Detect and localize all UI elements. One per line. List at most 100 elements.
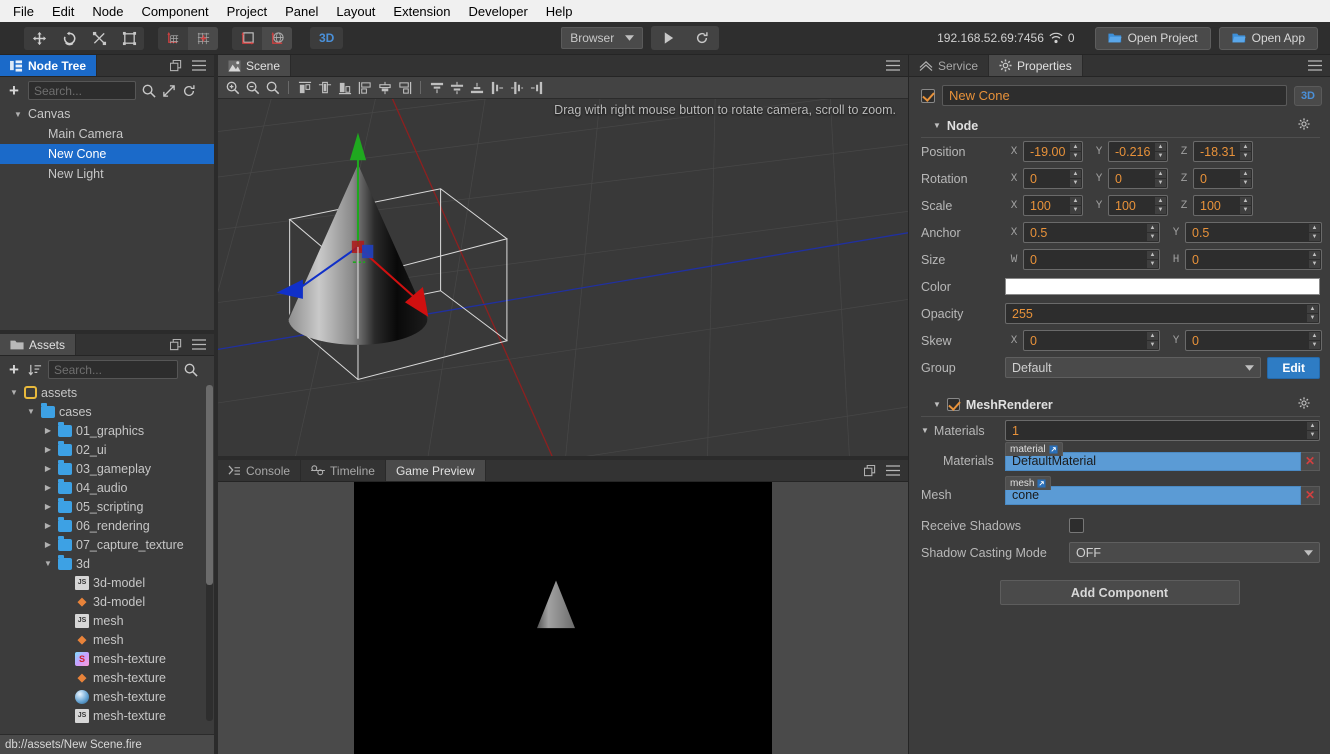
zoom-out-button[interactable] — [243, 78, 262, 97]
scale-z-stepper[interactable]: ▲ ▼ — [1240, 197, 1251, 214]
refresh-tree-icon[interactable] — [182, 84, 196, 98]
scale-x-input[interactable]: 100 ▲ ▼ — [1023, 195, 1083, 216]
assets-item[interactable]: ▼ assets — [0, 383, 214, 402]
assets-item[interactable]: ▶ 02_ui — [0, 440, 214, 459]
color-swatch[interactable] — [1005, 278, 1320, 295]
open-app-button[interactable]: Open App — [1218, 26, 1318, 50]
materials-count-stepper[interactable]: ▲ ▼ — [1307, 422, 1318, 439]
node-section-caret[interactable]: ▼ — [933, 121, 941, 130]
assets-item[interactable]: JS mesh — [0, 611, 214, 630]
assets-item[interactable]: ▶ 03_gameplay — [0, 459, 214, 478]
skew-y-input[interactable]: 0 ▲ ▼ — [1185, 330, 1322, 351]
align-bottom-button[interactable] — [395, 78, 414, 97]
assets-item[interactable]: ▼ cases — [0, 402, 214, 421]
position-x-input[interactable]: -19.00 ▲ ▼ — [1023, 141, 1083, 162]
refresh-button[interactable] — [685, 26, 719, 50]
align-center-h-button[interactable] — [315, 78, 334, 97]
rotate-tool-button[interactable] — [54, 26, 84, 50]
tab-service[interactable]: Service — [909, 55, 990, 76]
group-edit-button[interactable]: Edit — [1267, 356, 1320, 379]
receive-shadows-checkbox[interactable] — [1069, 518, 1084, 533]
menu-project[interactable]: Project — [218, 2, 276, 21]
assets-item[interactable]: ◆ 3d-model — [0, 592, 214, 611]
rotation-z-input[interactable]: 0 ▲ ▼ — [1193, 168, 1253, 189]
chevron-down-icon[interactable]: ▶ — [42, 426, 54, 435]
align-top-button[interactable] — [355, 78, 374, 97]
tab-scene[interactable]: Scene — [218, 55, 292, 76]
assets-item[interactable]: Smesh-texture — [0, 649, 214, 668]
materials-caret[interactable]: ▼ — [921, 426, 929, 435]
panel-menu-icon[interactable] — [1308, 60, 1322, 71]
rotation-y-stepper[interactable]: ▲ ▼ — [1155, 170, 1166, 187]
node-tree-search-input[interactable] — [27, 81, 136, 100]
popout-icon[interactable] — [864, 464, 876, 477]
position-x-stepper[interactable]: ▲ ▼ — [1070, 143, 1081, 160]
expand-all-icon[interactable] — [162, 84, 176, 98]
node-name-input[interactable] — [942, 85, 1287, 106]
node-3d-badge[interactable]: 3D — [1293, 85, 1322, 106]
skew-y-stepper[interactable]: ▲ ▼ — [1309, 332, 1320, 349]
node-tree-item[interactable]: Main Camera — [0, 124, 214, 144]
menu-node[interactable]: Node — [83, 2, 132, 21]
add-asset-button[interactable]: + — [6, 361, 22, 378]
assets-item[interactable]: ▶ 05_scripting — [0, 497, 214, 516]
move-tool-button[interactable] — [24, 26, 54, 50]
rotation-x-input[interactable]: 0 ▲ ▼ — [1023, 168, 1083, 189]
search-icon[interactable] — [142, 84, 156, 98]
chevron-down-icon[interactable]: ▼ — [8, 388, 20, 397]
rotation-z-stepper[interactable]: ▲ ▼ — [1240, 170, 1251, 187]
chevron-down-icon[interactable]: ▶ — [42, 502, 54, 511]
game-canvas[interactable] — [354, 482, 772, 754]
add-node-button[interactable]: + — [6, 82, 22, 99]
tab-game-preview[interactable]: Game Preview — [385, 460, 486, 481]
rotation-y-input[interactable]: 0 ▲ ▼ — [1108, 168, 1168, 189]
chevron-down-icon[interactable]: ▼ — [12, 110, 24, 119]
distribute-bottom-button[interactable] — [467, 78, 486, 97]
size-h-stepper[interactable]: ▲ ▼ — [1309, 251, 1320, 268]
assets-item[interactable]: ◆ mesh — [0, 630, 214, 649]
materials-count-input[interactable]: 1 ▲ ▼ — [1005, 420, 1320, 441]
gear-icon[interactable] — [1298, 397, 1310, 412]
node-tree-item[interactable]: ▼ Canvas — [0, 104, 214, 124]
zoom-fit-button[interactable] — [263, 78, 282, 97]
chevron-down-icon[interactable]: ▼ — [25, 407, 37, 416]
menu-component[interactable]: Component — [132, 2, 217, 21]
size-w-input[interactable]: 0 ▲ ▼ — [1023, 249, 1160, 270]
align-right-button[interactable] — [335, 78, 354, 97]
size-h-input[interactable]: 0 ▲ ▼ — [1185, 249, 1322, 270]
skew-x-input[interactable]: 0 ▲ ▼ — [1023, 330, 1160, 351]
assets-search-input[interactable] — [47, 360, 178, 379]
menu-developer[interactable]: Developer — [460, 2, 537, 21]
mesh-renderer-enabled-checkbox[interactable] — [946, 398, 960, 411]
tab-console[interactable]: Console — [218, 460, 302, 481]
skew-x-stepper[interactable]: ▲ ▼ — [1147, 332, 1158, 349]
menu-layout[interactable]: Layout — [327, 2, 384, 21]
panel-menu-icon[interactable] — [192, 339, 206, 350]
preview-target-select[interactable]: Browser — [561, 27, 644, 49]
panel-menu-icon[interactable] — [192, 60, 206, 71]
gear-icon[interactable] — [1298, 118, 1310, 133]
shadow-casting-select[interactable]: OFF — [1069, 542, 1320, 563]
menu-edit[interactable]: Edit — [43, 2, 83, 21]
play-button[interactable] — [651, 26, 685, 50]
chevron-down-icon[interactable]: ▶ — [42, 540, 54, 549]
mesh-clear-button[interactable]: ✕ — [1301, 485, 1320, 505]
position-y-stepper[interactable]: ▲ ▼ — [1155, 143, 1166, 160]
tab-properties[interactable]: Properties — [989, 55, 1083, 76]
popout-icon[interactable] — [170, 338, 182, 351]
position-y-input[interactable]: -0.216 ▲ ▼ — [1108, 141, 1168, 162]
assets-item[interactable]: mesh-texture — [0, 687, 214, 706]
panel-menu-icon[interactable] — [886, 465, 900, 476]
anchor-y-stepper[interactable]: ▲ ▼ — [1309, 224, 1320, 241]
assets-item[interactable]: ▶ 07_capture_texture — [0, 535, 214, 554]
menu-panel[interactable]: Panel — [276, 2, 327, 21]
search-icon[interactable] — [184, 363, 198, 377]
rect-transform-tool-button[interactable] — [114, 26, 144, 50]
panel-menu-icon[interactable] — [886, 60, 900, 71]
tab-node-tree[interactable]: Node Tree — [0, 55, 98, 76]
assets-item[interactable]: ▶ 01_graphics — [0, 421, 214, 440]
scale-y-input[interactable]: 100 ▲ ▼ — [1108, 195, 1168, 216]
node-enabled-checkbox[interactable] — [921, 88, 935, 103]
position-z-stepper[interactable]: ▲ ▼ — [1240, 143, 1251, 160]
node-tree-item[interactable]: New Cone — [0, 144, 214, 164]
